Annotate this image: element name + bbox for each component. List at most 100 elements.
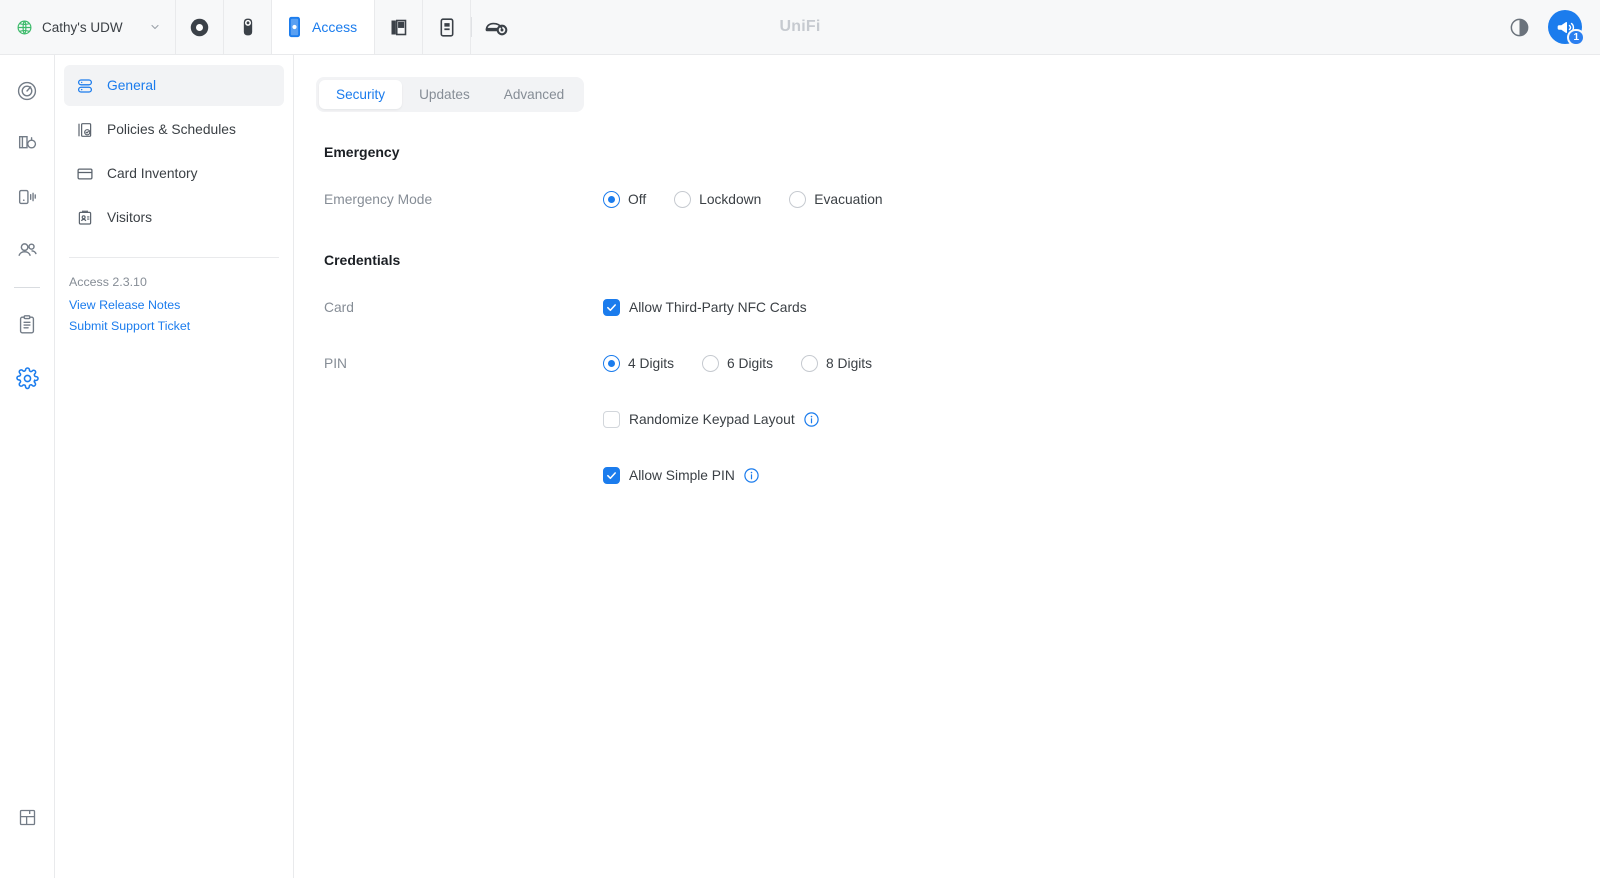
app-access-tab[interactable]: Access bbox=[272, 0, 376, 54]
icon-rail bbox=[0, 55, 55, 878]
rail-item-users[interactable] bbox=[7, 230, 47, 270]
row-allow-simple-pin: Allow Simple PIN bbox=[324, 458, 1600, 492]
section-title-emergency: Emergency bbox=[324, 144, 400, 160]
row-pin: PIN 4 Digits 6 Digits 8 Digits bbox=[324, 346, 1600, 380]
clipboard-logs-icon bbox=[16, 314, 38, 336]
emergency-mode-label: Emergency Mode bbox=[324, 191, 433, 207]
users-icon bbox=[16, 239, 39, 262]
tab-advanced[interactable]: Advanced bbox=[487, 80, 581, 109]
console-name: Cathy's UDW bbox=[42, 19, 123, 35]
settings-sidebar: General Policies & Schedules Card Invent… bbox=[55, 55, 294, 878]
checkbox-allow-simple-pin[interactable]: Allow Simple PIN bbox=[603, 466, 735, 484]
checkbox-indicator bbox=[603, 410, 620, 428]
checkbox-allow-third-party-nfc-cards-label: Allow Third-Party NFC Cards bbox=[629, 299, 807, 315]
app-vehicle-settings-button[interactable] bbox=[472, 0, 521, 54]
pin-radio-group: 4 Digits 6 Digits 8 Digits bbox=[603, 354, 873, 372]
sidebar-item-general[interactable]: General bbox=[64, 65, 284, 106]
radio-emergency-evacuation[interactable]: Evacuation bbox=[789, 190, 883, 208]
radio-pin-4-digits[interactable]: 4 Digits bbox=[603, 354, 675, 372]
card-icon bbox=[76, 165, 94, 183]
radio-indicator bbox=[789, 190, 807, 208]
rail-item-floorplan[interactable] bbox=[7, 797, 47, 837]
dashboard-gauge-icon bbox=[16, 80, 38, 102]
top-header: Cathy's UDW Access UniFi 1 bbox=[0, 0, 1600, 55]
tab-security[interactable]: Security bbox=[319, 80, 403, 109]
radio-emergency-lockdown[interactable]: Lockdown bbox=[674, 190, 762, 208]
checkbox-indicator bbox=[603, 466, 620, 484]
radio-pin-6-digits[interactable]: 6 Digits bbox=[702, 354, 774, 372]
row-emergency-mode: Emergency Mode Off Lockdown Evacuation bbox=[324, 182, 1600, 216]
radio-pin-8-digits-label: 8 Digits bbox=[826, 355, 873, 371]
sidebar-item-policies-schedules[interactable]: Policies & Schedules bbox=[64, 109, 284, 150]
door-panel-icon bbox=[388, 17, 409, 38]
chevron-down-icon[interactable] bbox=[149, 21, 161, 33]
radio-indicator bbox=[674, 190, 692, 208]
radio-emergency-off[interactable]: Off bbox=[603, 190, 647, 208]
view-release-notes-link[interactable]: View Release Notes bbox=[69, 298, 279, 312]
app-door-panel-button[interactable] bbox=[375, 0, 424, 54]
radio-emergency-lockdown-label: Lockdown bbox=[699, 191, 762, 207]
unifi-access-app: Cathy's UDW Access UniFi 1 General Polic… bbox=[0, 0, 1600, 878]
radio-indicator bbox=[603, 354, 620, 372]
sidebar-divider bbox=[69, 257, 279, 258]
intercom-icon bbox=[438, 17, 456, 38]
radio-pin-6-digits-label: 6 Digits bbox=[727, 355, 774, 371]
checkbox-indicator bbox=[603, 298, 620, 316]
radio-pin-4-digits-label: 4 Digits bbox=[628, 355, 675, 371]
info-icon[interactable] bbox=[803, 411, 820, 428]
globe-icon bbox=[16, 19, 33, 36]
settings-main-panel: Security Updates Advanced Emergency Emer… bbox=[294, 55, 1600, 878]
pin-label: PIN bbox=[324, 355, 347, 371]
server-stack-icon bbox=[76, 77, 94, 95]
app-access-label: Access bbox=[312, 19, 358, 35]
card-controls: Allow Third-Party NFC Cards bbox=[603, 298, 807, 316]
checkbox-randomize-keypad-layout[interactable]: Randomize Keypad Layout bbox=[603, 410, 795, 428]
settings-tabs: Security Updates Advanced bbox=[316, 77, 585, 112]
sidebar-item-card-inventory-label: Card Inventory bbox=[107, 166, 198, 181]
settings-gear-icon bbox=[15, 366, 39, 390]
info-icon[interactable] bbox=[743, 467, 760, 484]
vehicle-settings-icon bbox=[484, 17, 508, 37]
radio-pin-8-digits[interactable]: 8 Digits bbox=[801, 354, 873, 372]
radio-emergency-evacuation-label: Evacuation bbox=[814, 191, 883, 207]
announcements-button[interactable]: 1 bbox=[1548, 10, 1585, 46]
submit-support-ticket-link[interactable]: Submit Support Ticket bbox=[69, 319, 279, 333]
app-intercom-button[interactable] bbox=[423, 0, 472, 54]
checkbox-allow-third-party-nfc-cards[interactable]: Allow Third-Party NFC Cards bbox=[603, 298, 807, 316]
radio-indicator bbox=[702, 354, 720, 372]
brand-wordmark: UniFi bbox=[779, 18, 821, 35]
tab-updates[interactable]: Updates bbox=[402, 80, 487, 109]
header-actions: 1 bbox=[1504, 0, 1600, 54]
visitor-badge-icon bbox=[76, 209, 94, 227]
section-title-credentials: Credentials bbox=[324, 252, 401, 268]
door-reader-icon bbox=[286, 16, 303, 38]
rail-item-devices[interactable] bbox=[7, 177, 47, 217]
console-selector[interactable]: Cathy's UDW bbox=[0, 0, 176, 54]
camera-icon bbox=[238, 17, 258, 37]
device-reader-icon bbox=[16, 186, 38, 208]
contrast-icon bbox=[1509, 17, 1530, 38]
card-label: Card bbox=[324, 299, 354, 315]
theme-toggle-button[interactable] bbox=[1504, 12, 1534, 42]
rail-item-logs[interactable] bbox=[7, 305, 47, 345]
sidebar-item-policies-label: Policies & Schedules bbox=[107, 122, 236, 137]
checkbox-randomize-keypad-layout-label: Randomize Keypad Layout bbox=[629, 411, 795, 427]
app-body: General Policies & Schedules Card Invent… bbox=[0, 55, 1600, 878]
rail-item-dashboard[interactable] bbox=[7, 71, 47, 111]
radio-emergency-off-label: Off bbox=[628, 191, 647, 207]
rail-item-settings[interactable] bbox=[7, 358, 47, 398]
emergency-mode-radio-group: Off Lockdown Evacuation bbox=[603, 190, 883, 208]
sidebar-item-visitors[interactable]: Visitors bbox=[64, 197, 284, 238]
randomize-keypad-controls: Randomize Keypad Layout bbox=[603, 410, 820, 428]
allow-simple-pin-controls: Allow Simple PIN bbox=[603, 466, 760, 484]
sidebar-item-visitors-label: Visitors bbox=[107, 210, 152, 225]
rail-bottom-group bbox=[0, 797, 54, 850]
row-card: Card Allow Third-Party NFC Cards bbox=[324, 290, 1600, 324]
rail-item-doors[interactable] bbox=[7, 124, 47, 164]
radio-indicator bbox=[603, 190, 620, 208]
checkbox-allow-simple-pin-label: Allow Simple PIN bbox=[629, 467, 735, 483]
sidebar-item-card-inventory[interactable]: Card Inventory bbox=[64, 153, 284, 194]
radio-indicator bbox=[801, 354, 819, 372]
app-protect-button[interactable] bbox=[176, 0, 224, 54]
app-camera-button[interactable] bbox=[224, 0, 272, 54]
